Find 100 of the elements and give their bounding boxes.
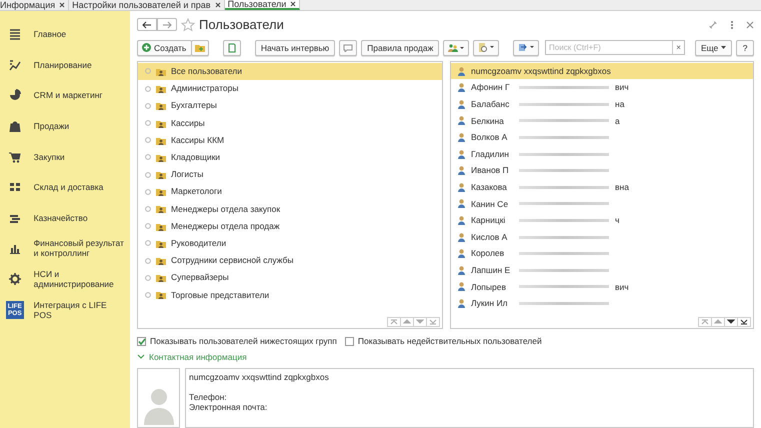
user-folder-icon: [156, 170, 166, 180]
user-row[interactable]: Канин Се: [451, 196, 753, 212]
chevron-icon[interactable]: [137, 354, 145, 360]
reports-menu-button[interactable]: [473, 40, 500, 56]
user-row[interactable]: Волков А: [451, 129, 753, 146]
more-vertical-icon[interactable]: [728, 20, 736, 30]
user-icon: [458, 298, 465, 308]
next-button[interactable]: [724, 317, 738, 328]
user-icon: [458, 199, 465, 208]
circle-icon: [145, 206, 151, 212]
group-row[interactable]: Супервайзеры: [138, 269, 442, 286]
user-folder-icon: [156, 84, 166, 94]
clear-button[interactable]: ×: [672, 41, 684, 54]
user-folder-icon: [156, 290, 166, 300]
back-button[interactable]: [137, 18, 157, 32]
checkmark-icon: [138, 338, 146, 345]
tab[interactable]: Информация: [0, 0, 70, 10]
user-row[interactable]: Гладилин: [451, 146, 753, 162]
user-row[interactable]: Иванов П: [451, 162, 753, 180]
group-row[interactable]: Руководители: [138, 234, 442, 252]
user-icon: [458, 166, 465, 176]
back-arrow-icon: [142, 20, 152, 29]
group-row[interactable]: Кассиры: [138, 114, 442, 132]
sidebar-item[interactable]: Финансовый результат и контроллинг: [0, 233, 130, 264]
user-folder-icon: [156, 204, 166, 214]
close-icon[interactable]: [214, 2, 221, 8]
circle-icon: [145, 68, 151, 74]
double-down-arrow-icon: [429, 318, 437, 326]
form-title: Пользователи: [199, 16, 284, 34]
circle-icon: [145, 102, 151, 109]
user-row[interactable]: Кислов А: [451, 228, 753, 246]
user-icon: [458, 150, 465, 159]
add-folder-button[interactable]: [191, 40, 210, 56]
group-row[interactable]: Бухгалтеры: [138, 97, 442, 114]
checkbox[interactable]: Показывать пользователей нижестоящих групп: [137, 334, 337, 348]
tab[interactable]: Пользователи: [224, 0, 300, 10]
sidebar-item[interactable]: CRM и маркетинг: [0, 80, 130, 111]
sidebar-item[interactable]: Главное: [0, 19, 130, 50]
circle-icon: [145, 223, 151, 230]
close-icon[interactable]: [59, 2, 66, 8]
send-menu-button[interactable]: [513, 40, 540, 56]
circle-icon: [145, 86, 151, 92]
group-row[interactable]: Все пользователи: [138, 62, 442, 80]
sidebar-item[interactable]: Закупки: [0, 141, 130, 172]
user-icon: [458, 232, 465, 242]
user-row[interactable]: Лапшин Е: [451, 262, 753, 279]
group-row[interactable]: Логисты: [138, 166, 442, 184]
more-button[interactable]: Еще: [694, 40, 732, 56]
checkbox[interactable]: Показывать недействительных пользователей: [344, 334, 542, 348]
group-row[interactable]: Кладовщики: [138, 148, 442, 166]
help-button[interactable]: ?: [736, 40, 754, 56]
user-row[interactable]: numcgzoamv xxqswttind zqpkxgbxos: [451, 62, 753, 80]
users-icon: [448, 44, 464, 52]
group-row[interactable]: Маркетологи: [138, 183, 442, 200]
group-row[interactable]: Администраторы: [138, 80, 442, 98]
phone-label: Телефон:: [189, 392, 228, 402]
section-toggle[interactable]: Контактная информация: [149, 350, 247, 364]
group-row[interactable]: Торговые представители: [138, 286, 442, 304]
user-row[interactable]: Афонин Г вич: [451, 79, 753, 96]
user-icon: [458, 249, 465, 258]
sidebar-item[interactable]: Склад и доставка: [0, 172, 130, 203]
comment-button[interactable]: [339, 40, 358, 56]
circle-icon: [145, 137, 151, 144]
group-row[interactable]: Менеджеры отдела закупок: [138, 200, 442, 218]
previous-button[interactable]: [400, 317, 414, 328]
dropdown-caret-icon: [721, 46, 726, 50]
user-row[interactable]: Казакова вна: [451, 179, 753, 196]
group-row[interactable]: Сотрудники сервисной службы: [138, 252, 442, 270]
users-menu-button[interactable]: [443, 40, 470, 56]
plus-icon: [142, 43, 151, 52]
star-icon[interactable]: [181, 18, 195, 32]
user-row[interactable]: Королев: [451, 245, 753, 262]
user-row[interactable]: Лукин Ил: [451, 295, 753, 312]
group-row[interactable]: Кассиры ККМ: [138, 132, 442, 149]
start-interview-button[interactable]: Начать интервью: [254, 40, 336, 56]
document-icon: [228, 42, 236, 53]
user-row[interactable]: Лопырев вич: [451, 278, 753, 296]
user-row[interactable]: Карницкі ч: [451, 212, 753, 229]
pie-icon: [8, 89, 21, 102]
close-icon[interactable]: [290, 1, 296, 7]
speech-bubble-icon: [343, 44, 354, 52]
user-folder-icon: [156, 256, 166, 266]
first-page-button[interactable]: [698, 317, 712, 328]
group-row[interactable]: Менеджеры отдела продаж: [138, 218, 442, 235]
sidebar-item[interactable]: Продажи: [0, 110, 130, 142]
sidebar-item[interactable]: НСИ и администрирование: [0, 264, 130, 294]
create-button[interactable]: Создать: [137, 40, 192, 56]
user-icon: [458, 182, 465, 192]
search-field[interactable]: Поиск (Ctrl+F) ×: [545, 40, 686, 56]
sales-rules-button[interactable]: Правила продаж: [361, 40, 440, 56]
user-folder-icon: [156, 238, 166, 248]
last-page-button[interactable]: [737, 317, 751, 328]
grid-icon: [8, 181, 21, 194]
user-row[interactable]: Балабанс на: [451, 96, 753, 113]
sidebar-item[interactable]: Казначейство: [0, 202, 130, 234]
user-row[interactable]: Белкина а: [451, 112, 753, 130]
sidebar-item[interactable]: Планирование: [0, 50, 130, 80]
copy-button[interactable]: [223, 40, 242, 56]
first-page-button[interactable]: [387, 317, 401, 328]
circle-icon: [145, 154, 151, 160]
